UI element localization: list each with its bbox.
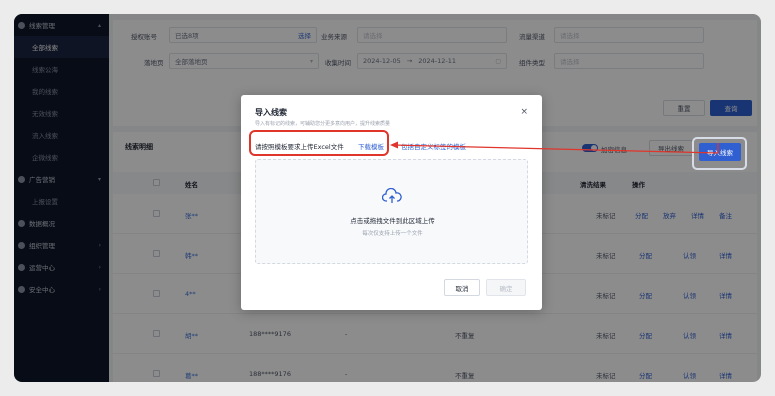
confirm-button[interactable]: 确定	[486, 279, 526, 296]
import-leads-dialog: 导入线索 导入有标记的线索，可辅助您分更多意向用户，提升线索质量 × 请按照模板…	[241, 95, 542, 310]
close-icon[interactable]: ×	[520, 107, 528, 117]
upload-cloud-icon	[382, 188, 402, 203]
instruction-highlight	[249, 130, 389, 156]
dropzone-text: 点击或拖拽文件到此区域上传	[350, 217, 435, 225]
dialog-title: 导入线索	[255, 108, 287, 117]
cancel-button[interactable]: 取消	[444, 279, 480, 296]
custom-template-link[interactable]: 包括自定义标签的模板	[401, 141, 466, 151]
import-leads-button[interactable]: 导入线索	[699, 143, 741, 161]
dropzone-hint: 每次仅支持上传一个文件	[362, 231, 423, 237]
dialog-subtitle: 导入有标记的线索，可辅助您分更多意向用户，提升线索质量	[255, 121, 391, 127]
upload-dropzone[interactable]: 点击或拖拽文件到此区域上传 每次仅支持上传一个文件	[255, 159, 528, 264]
